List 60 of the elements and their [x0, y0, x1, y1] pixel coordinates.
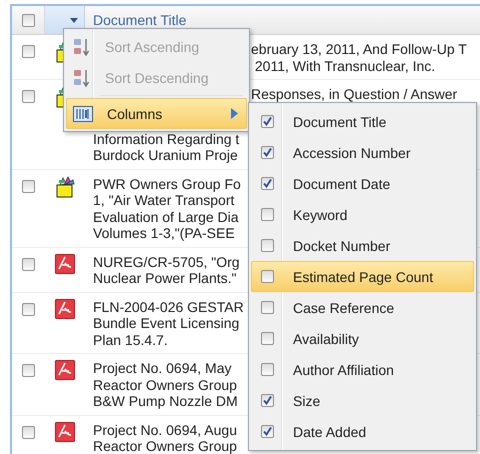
- column-checkbox[interactable]: [261, 394, 274, 407]
- menu-item[interactable]: Keyword: [251, 199, 474, 230]
- menu-item[interactable]: Document Title: [251, 106, 474, 137]
- column-checkbox[interactable]: [261, 425, 274, 438]
- pdf-icon: [55, 360, 75, 380]
- document-title-text: Evaluation of Large Dia: [93, 208, 239, 225]
- row-checkbox[interactable]: [22, 90, 35, 103]
- menu-item[interactable]: Columns: [66, 98, 247, 129]
- menu-item[interactable]: Size: [251, 385, 474, 416]
- column-checkbox[interactable]: [261, 115, 274, 128]
- document-title-text: Reactor Owners Group: [93, 376, 237, 393]
- columns-icon: [73, 106, 93, 122]
- column-checkbox[interactable]: [261, 270, 274, 283]
- column-checkbox[interactable]: [261, 239, 274, 252]
- menu-item[interactable]: Accession Number: [251, 137, 474, 168]
- column-checkbox[interactable]: [261, 177, 274, 190]
- document-title-text: Nuclear Power Plants.": [93, 270, 236, 286]
- document-title-text: Responses, in Question / Answer: [251, 86, 458, 102]
- document-title-text: FLN-2004-026 GESTAR: [93, 298, 244, 315]
- document-title-text: Plan 15.4.7.: [93, 332, 168, 348]
- document-title-text: Project No. 0694, May: [93, 360, 232, 376]
- document-title-text: ebruary 13, 2011, And Follow-Up T: [251, 41, 467, 58]
- pdf-icon: [55, 422, 75, 442]
- document-title-text: B&W Pump Nozzle DM: [93, 393, 238, 410]
- document-title-text: 2011, With Transnuclear, Inc.: [254, 58, 436, 74]
- row-checkbox[interactable]: [22, 302, 35, 316]
- package-icon: [55, 176, 75, 198]
- column-checkbox[interactable]: [261, 363, 274, 376]
- menu-item[interactable]: Docket Number: [251, 230, 474, 261]
- row-checkbox[interactable]: [22, 180, 35, 192]
- document-title-text: Reactor Owners Group: [93, 438, 237, 454]
- sort-descending-icon: [73, 68, 91, 88]
- row-checkbox[interactable]: [22, 45, 35, 58]
- document-title-text: NUREG/CR-5705, "Org: [93, 254, 240, 270]
- menu-item[interactable]: Date Added: [251, 416, 474, 447]
- document-title-text: Project No. 0694, Augu: [93, 422, 237, 438]
- dropdown-caret-icon[interactable]: [70, 18, 78, 22]
- submenu-arrow-icon: [231, 108, 238, 119]
- menu-item[interactable]: Availability: [251, 323, 474, 354]
- menu-item[interactable]: Estimated Page Count: [251, 261, 474, 292]
- column-checkbox[interactable]: [261, 146, 274, 159]
- pdf-icon: [55, 254, 75, 274]
- row-checkbox[interactable]: [22, 426, 35, 438]
- row-checkbox[interactable]: [22, 258, 35, 270]
- document-title-text: Burdock Uranium Proje: [93, 147, 238, 164]
- row-checkbox[interactable]: [22, 364, 35, 377]
- document-title-text: PWR Owners Group Fo: [93, 176, 241, 192]
- select-all-checkbox[interactable]: [22, 14, 34, 26]
- document-title-text: Volumes 1-3,"(PA-SEE: [93, 225, 235, 242]
- column-checkbox[interactable]: [261, 208, 274, 221]
- column-checkbox[interactable]: [261, 301, 274, 314]
- document-title-text: Bundle Event Licensing: [93, 315, 240, 332]
- document-title-text: 1, "Air Water Transport: [93, 192, 234, 208]
- menu-item[interactable]: Document Date: [251, 168, 474, 199]
- sort-ascending-icon: [73, 36, 91, 56]
- document-title-text: Information Regarding t: [93, 130, 240, 147]
- column-checkbox[interactable]: [261, 332, 274, 345]
- pdf-icon: [55, 298, 75, 318]
- menu-item[interactable]: Author Affiliation: [251, 354, 474, 385]
- menu-item[interactable]: Case Reference: [251, 292, 474, 323]
